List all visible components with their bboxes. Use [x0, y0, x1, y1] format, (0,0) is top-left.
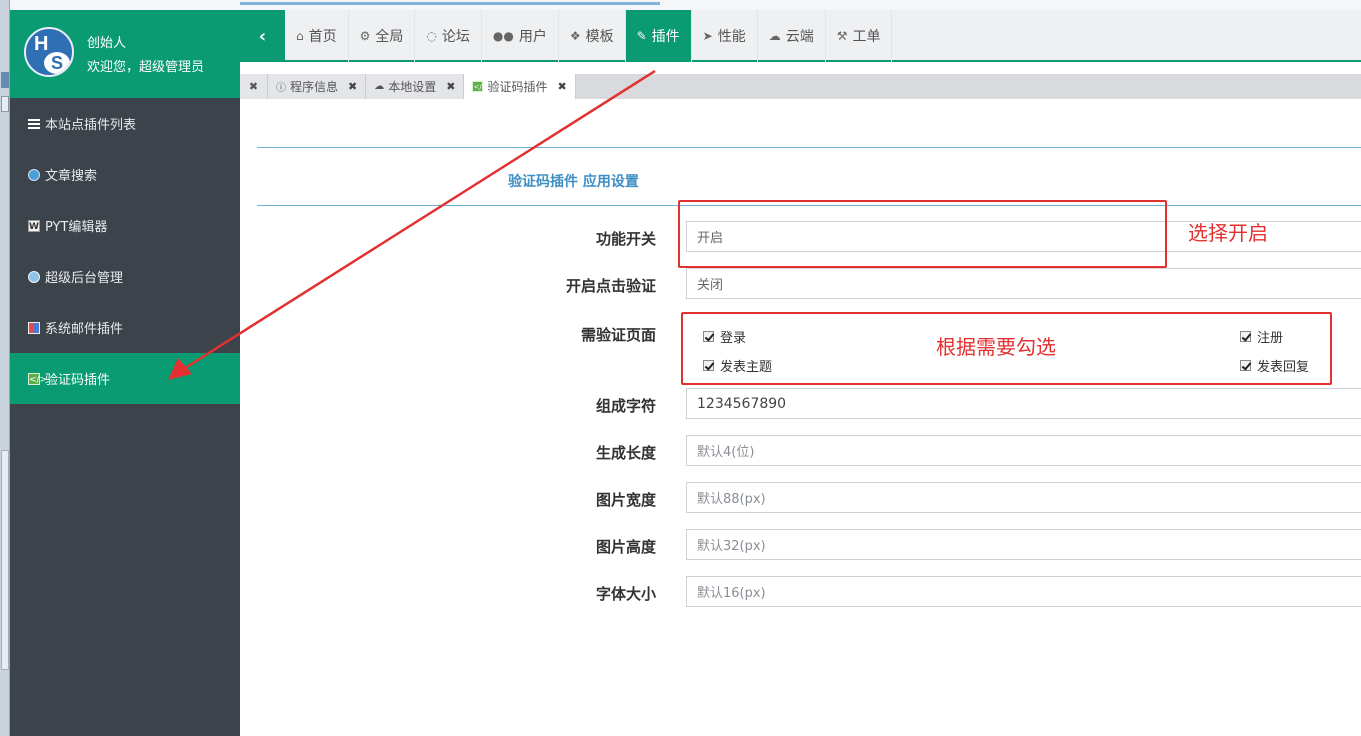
sidebar-item-plugin-list[interactable]: 本站点插件列表	[10, 98, 240, 149]
sidebar-menu: 本站点插件列表 文章搜索 W PYT编辑器 超级后台管理 系统邮件插件 </> …	[10, 98, 240, 404]
annotation-check-as-needed: 根据需要勾选	[936, 335, 1056, 359]
avatar-letter-s: S	[44, 52, 70, 74]
main-content: 验证码插件 应用设置 功能开关 开启 开启点击验证 关闭 需验证页面 登录 注册	[257, 99, 1361, 736]
divider	[257, 147, 1361, 148]
close-icon[interactable]: ✖	[348, 80, 357, 93]
close-icon[interactable]: ✖	[557, 80, 566, 93]
search-icon	[27, 168, 41, 182]
field-label: 开启点击验证	[565, 277, 656, 295]
chars-input[interactable]: 1234567890	[686, 388, 1361, 419]
nav-users[interactable]: ●● 用户	[482, 10, 559, 62]
mail-icon	[27, 321, 41, 335]
sidebar-item-pyt-editor[interactable]: W PYT编辑器	[10, 200, 240, 251]
wrench-icon: ⚒	[836, 29, 848, 43]
send-icon: ➤	[702, 29, 713, 43]
users-icon: ●●	[492, 29, 514, 43]
left-window-edge	[0, 0, 10, 736]
sidebar-item-label: PYT编辑器	[45, 220, 108, 235]
nav-home[interactable]: ⌂ 首页	[285, 10, 349, 62]
tab-close-all-button[interactable]: ✖	[240, 74, 268, 99]
sidebar-collapse-button[interactable]: ‹	[240, 10, 285, 62]
tab-local-settings[interactable]: ☁ 本地设置 ✖	[366, 74, 465, 99]
nav-label: 性能	[717, 29, 746, 45]
nav-label: 工单	[852, 29, 881, 45]
top-nav: ‹ ⌂ 首页 ⚙ 全局 ◌ 论坛 ●● 用户 ❖ 模板 ✎ 插件 ➤ 性能 ☁ …	[240, 10, 1361, 62]
cloud-icon: ☁	[768, 29, 781, 43]
tab-label: 本地设置	[388, 80, 437, 94]
nav-performance[interactable]: ➤ 性能	[692, 10, 758, 62]
fontsize-input[interactable]: 默认16(px)	[686, 576, 1361, 607]
puzzle-icon: ❖	[569, 29, 581, 43]
sidebar-item-article-search[interactable]: 文章搜索	[10, 149, 240, 200]
captcha-icon: </>	[472, 81, 488, 92]
field-label: 图片宽度	[595, 491, 656, 509]
edge-scrollbar[interactable]	[1, 450, 9, 670]
user-name: 创始人	[87, 36, 127, 51]
globe-icon	[27, 270, 41, 284]
edge-marker	[1, 72, 9, 88]
home-icon: ⌂	[296, 29, 304, 43]
avatar-letter-h: H	[34, 33, 49, 55]
nav-label: 模板	[585, 29, 614, 45]
tab-program-info[interactable]: ⓘ 程序信息 ✖	[268, 74, 367, 99]
close-icon[interactable]: ✖	[446, 80, 455, 93]
field-label: 生成长度	[595, 444, 656, 462]
width-input[interactable]: 默认88(px)	[686, 482, 1361, 513]
tab-label: 验证码插件	[487, 80, 548, 94]
tab-label: 程序信息	[290, 80, 339, 94]
tab-bar: ✖ ⓘ 程序信息 ✖ ☁ 本地设置 ✖ </> 验证码插件 ✖	[240, 74, 1361, 99]
info-icon: ⓘ	[276, 83, 286, 94]
cloud-icon: ☁	[374, 81, 385, 92]
field-label: 图片高度	[595, 538, 656, 556]
nav-label: 云端	[785, 29, 814, 45]
top-edge-line	[240, 2, 660, 5]
panel-title: 验证码插件 应用设置	[508, 174, 639, 190]
field-label: 功能开关	[595, 230, 656, 248]
nav-forum[interactable]: ◌ 论坛	[415, 10, 482, 62]
sidebar-item-label: 本站点插件列表	[45, 118, 137, 133]
nav-label: 论坛	[441, 29, 470, 45]
tab-captcha-plugin[interactable]: </> 验证码插件 ✖	[464, 74, 576, 99]
list-icon	[27, 117, 41, 131]
sidebar: H S 创始人 欢迎您，超级管理员 本站点插件列表 文章搜索 W PYT编辑器 …	[10, 10, 240, 736]
sidebar-item-super-admin[interactable]: 超级后台管理	[10, 251, 240, 302]
sidebar-item-captcha-plugin[interactable]: </> 验证码插件	[10, 353, 240, 404]
avatar[interactable]: H S	[24, 27, 74, 77]
top-window-edge	[10, 0, 1361, 10]
sidebar-item-mail-plugin[interactable]: 系统邮件插件	[10, 302, 240, 353]
edge-marker	[1, 96, 9, 112]
nav-tickets[interactable]: ⚒ 工单	[826, 10, 893, 62]
user-welcome: 欢迎您，超级管理员	[87, 60, 205, 75]
annotation-choose-on: 选择开启	[1188, 221, 1268, 245]
nav-global[interactable]: ⚙ 全局	[349, 10, 416, 62]
nav-templates[interactable]: ❖ 模板	[559, 10, 626, 62]
app-window: H S 创始人 欢迎您，超级管理员 本站点插件列表 文章搜索 W PYT编辑器 …	[0, 0, 1361, 736]
nav-label: 全局	[375, 29, 404, 45]
sidebar-item-label: 系统邮件插件	[45, 322, 124, 337]
nav-plugins[interactable]: ✎ 插件	[625, 10, 692, 62]
gears-icon: ⚙	[359, 29, 371, 43]
field-label: 字体大小	[595, 585, 656, 603]
field-label: 需验证页面	[580, 326, 656, 344]
chevron-left-icon: ‹	[258, 25, 267, 47]
sidebar-item-label: 超级后台管理	[45, 271, 124, 286]
annotation-box-switch	[678, 200, 1167, 268]
user-box: H S 创始人 欢迎您，超级管理员	[10, 10, 240, 98]
click-verify-select[interactable]: 关闭	[686, 268, 1361, 299]
nav-label: 首页	[308, 29, 337, 45]
length-input[interactable]: 默认4(位)	[686, 435, 1361, 466]
nav-label: 插件	[651, 29, 680, 45]
field-label: 组成字符	[595, 397, 656, 415]
sidebar-item-label: 文章搜索	[45, 169, 98, 184]
editor-icon: W	[28, 219, 40, 232]
nav-label: 用户	[518, 29, 547, 45]
sidebar-item-label: 验证码插件	[45, 373, 111, 388]
nav-cloud[interactable]: ☁ 云端	[758, 10, 826, 62]
comment-icon: ◌	[426, 29, 437, 43]
height-input[interactable]: 默认32(px)	[686, 529, 1361, 560]
close-icon: ✖	[248, 80, 259, 93]
captcha-icon: </>	[28, 372, 48, 385]
plug-icon: ✎	[636, 29, 647, 43]
